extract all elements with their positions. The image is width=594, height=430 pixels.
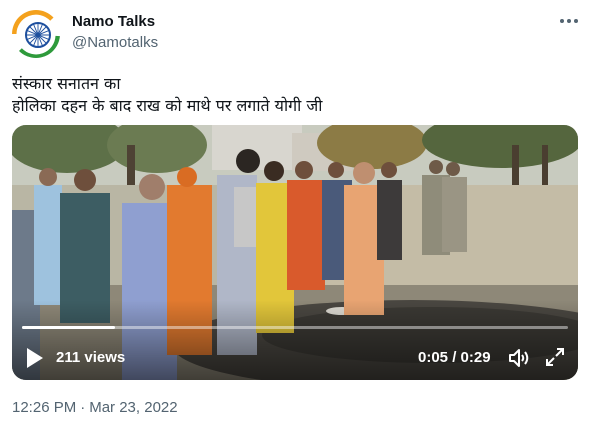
video-time-separator: / (452, 349, 457, 366)
video-view-count: 211 views (56, 349, 126, 366)
tweet-text-line-2: होलिका दहन के बाद राख को माथे पर लगाते य… (12, 96, 323, 115)
more-options-icon[interactable] (556, 8, 582, 34)
video-progress-bar[interactable] (22, 326, 568, 329)
video-current-time: 0:05 (418, 349, 449, 366)
play-icon[interactable] (24, 346, 46, 370)
tweet-time: 12:26 PM (12, 399, 77, 416)
tweet-date: Mar 23, 2022 (89, 399, 178, 416)
video-duration: 0:29 (460, 349, 491, 366)
tweet-text-line-1: संस्कार सनातन का (12, 74, 121, 93)
tweet-card: Namo Talks @Namotalks संस्कार सनातन का ह… (0, 0, 594, 430)
author-display-name[interactable]: Namo Talks (72, 13, 155, 30)
fullscreen-icon[interactable] (544, 346, 566, 368)
author-handle[interactable]: @Namotalks (72, 34, 158, 51)
video-progress-fill (22, 326, 115, 329)
video-frame (12, 125, 578, 380)
video-player[interactable]: 211 views 0:05 / 0:29 (12, 125, 578, 380)
tweet-timestamp[interactable]: 12:26 PM · Mar 23, 2022 (12, 399, 178, 416)
video-time-display: 0:05 / 0:29 (418, 349, 491, 366)
timestamp-separator: · (80, 399, 86, 416)
volume-icon[interactable] (507, 346, 531, 370)
chakra-avatar-icon[interactable] (12, 10, 60, 58)
